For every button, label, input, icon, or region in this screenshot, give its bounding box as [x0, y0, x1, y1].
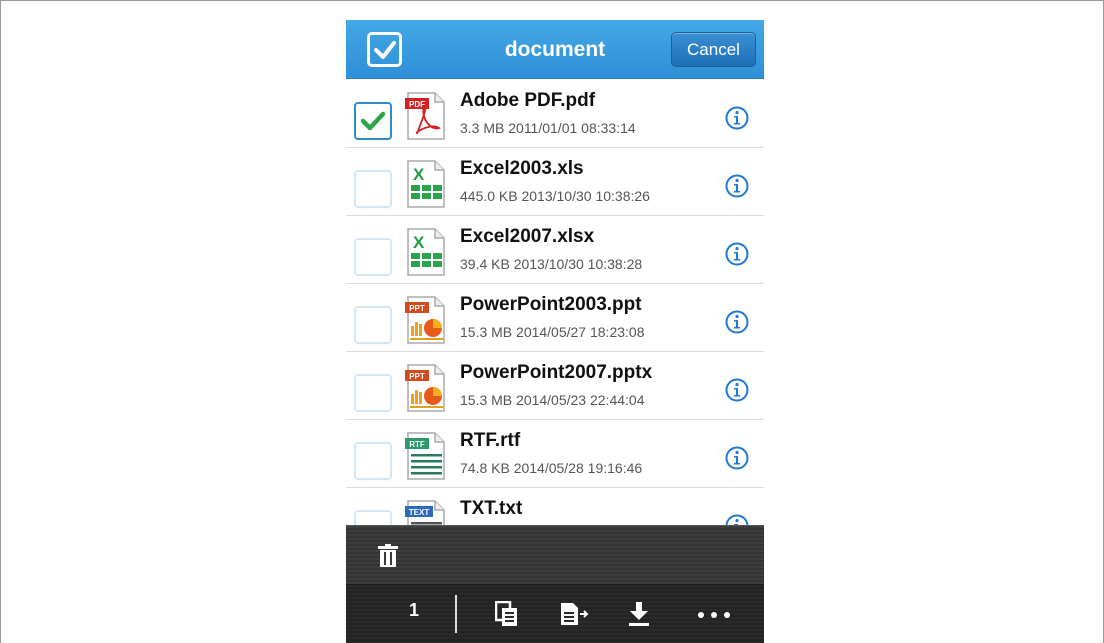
- file-row[interactable]: PDF Adobe PDF.pdf 3.3 MB 2011/01/01 08:33:…: [346, 80, 764, 148]
- ppt-file-icon: PPT: [405, 364, 447, 412]
- file-checkbox[interactable]: [354, 102, 392, 140]
- excel-file-icon: X: [405, 160, 447, 208]
- txt-file-icon: TEXT: [405, 500, 447, 525]
- file-meta: 15.3 MB 2014/05/23 22:44:04: [460, 392, 645, 408]
- rtf-file-icon: RTF: [405, 432, 447, 480]
- file-meta: 39.4 KB 2013/10/30 10:38:28: [460, 256, 643, 272]
- svg-text:X: X: [413, 165, 425, 184]
- cancel-button[interactable]: Cancel: [671, 32, 756, 67]
- info-icon[interactable]: [725, 378, 749, 402]
- info-icon[interactable]: [725, 106, 749, 130]
- ppt-file-icon: PPT: [405, 296, 447, 344]
- file-meta: 74.8 KB 2014/05/28 19:16:46: [460, 460, 643, 476]
- file-row[interactable]: X Excel2003.xls 445.0 KB 2013/10/30 10:38:…: [346, 148, 764, 216]
- svg-text:X: X: [413, 233, 425, 252]
- excel-file-icon: X: [405, 228, 447, 276]
- file-row[interactable]: PPT PowerPoint2003.ppt 15.3 MB 2014/05/27 …: [346, 284, 764, 352]
- toolbar-separator: [455, 595, 457, 633]
- file-row[interactable]: TEXT TXT.txt: [346, 488, 764, 525]
- file-meta: 445.0 KB 2013/10/30 10:38:26: [460, 188, 650, 204]
- file-meta: 15.3 MB 2014/05/27 18:23:08: [460, 324, 645, 340]
- file-meta: 3.3 MB 2011/01/01 08:33:14: [460, 120, 636, 136]
- move-icon[interactable]: [560, 602, 590, 626]
- download-icon[interactable]: [628, 601, 650, 627]
- file-row[interactable]: PPT PowerPoint2007.pptx 15.3 MB 2014/05/23…: [346, 352, 764, 420]
- info-icon[interactable]: [725, 514, 749, 525]
- file-name: PowerPoint2007.pptx: [460, 362, 653, 383]
- file-name: Adobe PDF.pdf: [460, 90, 596, 111]
- file-checkbox[interactable]: [354, 442, 392, 480]
- trash-icon[interactable]: [377, 544, 399, 568]
- file-name: RTF.rtf: [460, 430, 521, 451]
- svg-text:PDF: PDF: [409, 100, 425, 109]
- file-checkbox[interactable]: [354, 238, 392, 276]
- file-row[interactable]: RTF RTF.rtf 74.8 KB 2014/05/28 19:16:46: [346, 420, 764, 488]
- svg-text:PPT: PPT: [409, 304, 425, 313]
- info-icon[interactable]: [725, 446, 749, 470]
- phone-screen: document Cancel PDF Adobe PDF.pdf 3.3 MB 2…: [346, 20, 764, 643]
- file-checkbox[interactable]: [354, 306, 392, 344]
- nav-bar: document Cancel: [346, 20, 764, 79]
- more-icon[interactable]: [697, 611, 731, 619]
- file-checkbox[interactable]: [354, 510, 392, 525]
- file-name: PowerPoint2003.ppt: [460, 294, 642, 315]
- info-icon[interactable]: [725, 174, 749, 198]
- file-checkbox[interactable]: [354, 374, 392, 412]
- file-list: PDF Adobe PDF.pdf 3.3 MB 2011/01/01 08:33:…: [346, 80, 764, 525]
- info-icon[interactable]: [725, 310, 749, 334]
- file-row[interactable]: X Excel2007.xlsx 39.4 KB 2013/10/30 10:38:…: [346, 216, 764, 284]
- file-name: Excel2003.xls: [460, 158, 584, 179]
- svg-text:RTF: RTF: [409, 440, 425, 449]
- svg-text:PPT: PPT: [409, 372, 425, 381]
- file-name: TXT.txt: [460, 498, 523, 519]
- pdf-file-icon: PDF: [405, 92, 447, 140]
- checkmark-icon: [360, 111, 386, 131]
- selected-count: 1: [408, 600, 419, 620]
- file-name: Excel2007.xlsx: [460, 226, 595, 247]
- file-checkbox[interactable]: [354, 170, 392, 208]
- copy-icon[interactable]: [495, 601, 519, 627]
- toolbar-bottom: 1: [346, 584, 764, 643]
- info-icon[interactable]: [725, 242, 749, 266]
- svg-text:TEXT: TEXT: [409, 508, 430, 517]
- toolbar-top: [346, 525, 764, 584]
